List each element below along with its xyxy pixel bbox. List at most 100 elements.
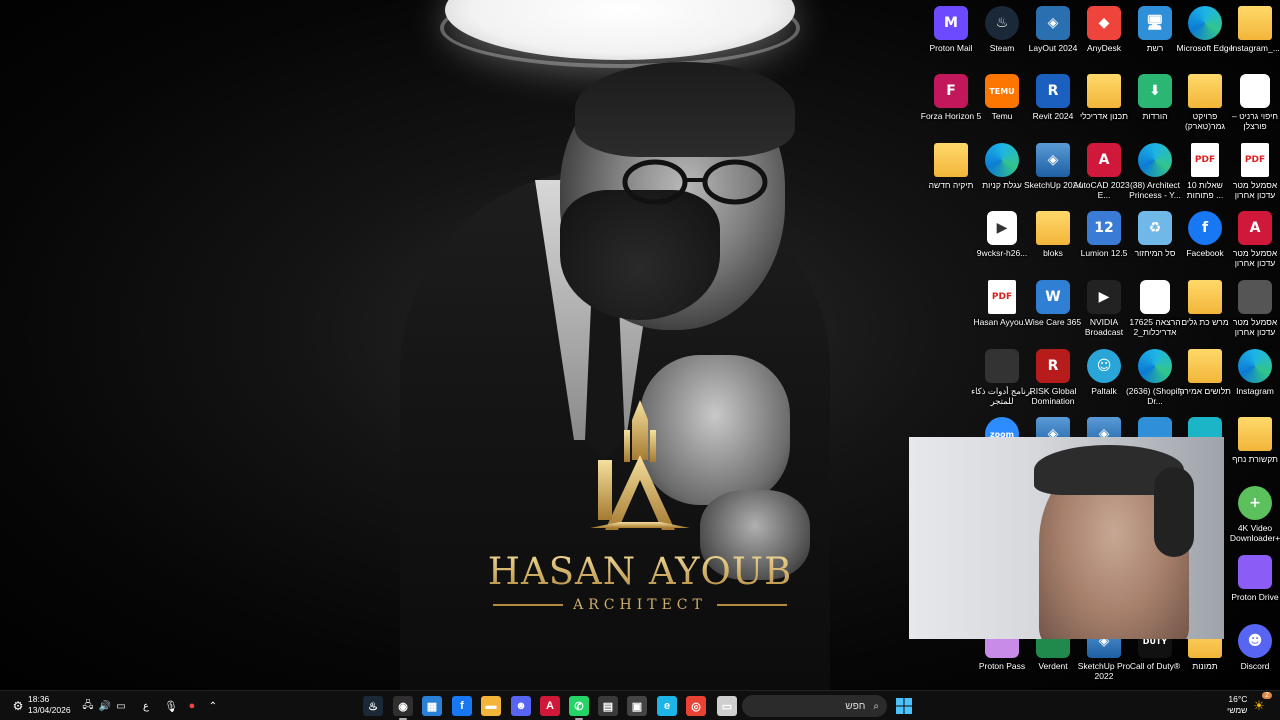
logo-emblem (590, 400, 690, 530)
desktop-icon[interactable]: Microsoft Edge (1177, 6, 1233, 53)
temu-icon: TEMU (985, 74, 1019, 108)
desktop-icon[interactable]: ▶ 9wcksr-h26... (977, 211, 1027, 258)
downloads-icon: ⬇ (1138, 74, 1172, 108)
language-indicator[interactable]: ع (138, 696, 154, 716)
taskbar-whatsapp[interactable]: ✆ (569, 696, 589, 720)
desktop-icon[interactable]: תכנון אדריכלי (1079, 74, 1129, 121)
chevron-up-icon[interactable]: ⌃ (205, 696, 221, 716)
desktop-icon[interactable]: תיקיה חדשה (926, 143, 976, 190)
desktop-icon[interactable]: Proton Drive (1230, 555, 1280, 602)
desktop-icon[interactable]: ◈ SketchUp 2024 (1024, 143, 1082, 190)
desktop-icon[interactable]: PDF 10 שאלות פתוחות ... (1180, 143, 1230, 200)
logo-name: HASAN AYOUB (480, 550, 800, 593)
taskbar-steam[interactable]: ♨ (363, 696, 383, 716)
desktop-icon[interactable]: ◆ AnyDesk (1079, 6, 1129, 53)
folder-icon (1188, 74, 1222, 108)
taskbar-calculator[interactable]: ▤ (598, 696, 618, 716)
taskbar-clock[interactable]: 18:36 13/04/2026 (28, 694, 71, 716)
image-icon (1238, 280, 1272, 314)
desktop: HASAN AYOUB ARCHITECT M Proton Mail ♨ Steam… (0, 0, 1280, 690)
search-placeholder: חפש (845, 700, 866, 712)
desktop-icon[interactable]: (2636) (Shopify Dr... (1126, 349, 1184, 406)
recording-icon[interactable]: ● (184, 696, 200, 716)
desktop-icon[interactable]: תלושים אמירה (1179, 349, 1231, 396)
taskbar-notepad[interactable]: ▭ (717, 696, 737, 716)
image-icon (985, 349, 1019, 383)
taskbar-chrome[interactable]: ◎ (686, 696, 706, 716)
settings-icon[interactable]: ⚙ (8, 696, 28, 716)
taskbar-app[interactable]: ▦ (422, 696, 442, 716)
layout-icon: ◈ (1036, 6, 1070, 40)
desktop-icon[interactable]: R RISK Global Domination (1028, 349, 1078, 406)
folder-icon (1188, 280, 1222, 314)
weather-sun-icon[interactable]: ☀ 2 (1250, 692, 1272, 716)
taskbar-search[interactable]: חפש ⌕ (742, 695, 887, 717)
desktop-icon[interactable]: M Proton Mail (926, 6, 976, 53)
folder-icon (1188, 349, 1222, 383)
desktop-icon[interactable]: F Forza Horizon 5 (921, 74, 981, 121)
desktop-icon[interactable]: +4K Video Downloader+ (1230, 486, 1280, 543)
desktop-icon[interactable]: 12 Lumion 12.5 (1079, 211, 1129, 258)
desktop-icon[interactable]: PDF Hasan Ayyou... (973, 280, 1031, 327)
desktop-icon[interactable]: ☻ Discord (1230, 624, 1280, 671)
taskbar-obs[interactable]: ◉ (393, 696, 413, 720)
desktop-icon[interactable]: תקשורת נחף (1230, 417, 1280, 464)
desktop-icon-label: אסמעל מטר עדכון אחרון (1232, 317, 1278, 337)
sketchup-icon: ◈ (1036, 143, 1070, 177)
webcam-overlay (909, 437, 1224, 639)
desktop-icon[interactable]: R Revit 2024 (1028, 74, 1078, 121)
desktop-icon-label: תקשורת נחף (1232, 454, 1278, 464)
steam-icon: ♨ (368, 700, 378, 713)
desktop-icon[interactable]: מרש כת גלים (1180, 280, 1230, 327)
desktop-icon[interactable]: f Facebook (1180, 211, 1230, 258)
autocad-icon: A (1087, 143, 1121, 177)
taskbar-weather[interactable]: 16°C שמשי (1227, 694, 1247, 716)
network-icon[interactable]: 🖧 (80, 696, 96, 716)
desktop-icon[interactable]: 🖥 רשת (1130, 6, 1180, 53)
app-icon: ▦ (426, 700, 438, 713)
obs-icon: ◉ (398, 700, 408, 713)
desktop-icon-label: Proton Drive (1231, 592, 1279, 602)
desktop-icon[interactable]: ▶ NVIDIA Broadcast (1079, 280, 1129, 337)
start-button[interactable] (894, 696, 914, 716)
desktop-icon[interactable]: 17625 הרצאה אדריכלות_2 (1129, 280, 1181, 337)
wallpaper-logo: HASAN AYOUB ARCHITECT (480, 400, 800, 620)
desktop-icon[interactable]: bloks (1028, 211, 1078, 258)
desktop-icon[interactable]: ♻ סל המיחזור (1130, 211, 1180, 258)
microphone-icon[interactable]: 🎙 (163, 696, 179, 716)
desktop-icon[interactable]: ☺ Paltalk (1079, 349, 1129, 396)
desktop-icon[interactable]: Instagram_... (1230, 6, 1280, 53)
desktop-icon[interactable]: אסמעל מטר עדכון אחרון (1230, 280, 1280, 337)
desktop-icon[interactable]: פרויקט גמר(טארק) (1180, 74, 1230, 131)
document-icon (1240, 74, 1270, 108)
desktop-icon[interactable]: A אסמעל מטר עדכון אחרון (1230, 211, 1280, 268)
desktop-icon[interactable]: חיפוי גרניט – פורצלן (1230, 74, 1280, 131)
desktop-icon[interactable]: (38) Architect Princess - Y... (1129, 143, 1181, 200)
taskbar-discord[interactable]: ☻ (511, 696, 531, 716)
taskbar-edge[interactable]: e (657, 696, 677, 716)
desktop-icon[interactable]: A AutoCAD 2023 - E... (1073, 143, 1135, 200)
desktop-icon[interactable]: برنامج أدوات ذكاء للمتجر (971, 349, 1033, 406)
forza-icon: F (934, 74, 968, 108)
desktop-icon[interactable]: W Wise Care 365 (1025, 280, 1081, 327)
taskbar-store[interactable]: ▣ (627, 696, 647, 716)
taskbar-autocad[interactable]: A (540, 696, 560, 716)
display-icon[interactable]: ▭ (113, 696, 129, 716)
desktop-icon[interactable]: ◈ LayOut 2024 (1028, 6, 1078, 53)
desktop-icon[interactable]: TEMU Temu (977, 74, 1027, 121)
pdf-icon: PDF (1191, 143, 1219, 177)
taskbar-facebook[interactable]: f (452, 696, 472, 716)
folder-icon (1238, 417, 1272, 451)
desktop-icon[interactable]: PDF אסמעל מטר עדכון אחרון (1230, 143, 1280, 200)
taskbar-explorer[interactable]: ▬ (481, 696, 501, 716)
volume-icon[interactable]: 🔊 (97, 696, 113, 716)
logo-divider-right (716, 604, 787, 606)
desktop-icon[interactable]: ♨ Steam (977, 6, 1027, 53)
desktop-icon[interactable]: Instagram (1230, 349, 1280, 396)
desktop-icon[interactable]: ⬇ הורדות (1130, 74, 1180, 121)
desktop-icon[interactable]: עגלת קניות (977, 143, 1027, 190)
edge-icon (1138, 143, 1172, 177)
desktop-icon-label: אסמעל מטר עדכון אחרון (1232, 248, 1278, 268)
edge-icon (985, 143, 1019, 177)
chrome-icon: ◎ (691, 700, 701, 713)
